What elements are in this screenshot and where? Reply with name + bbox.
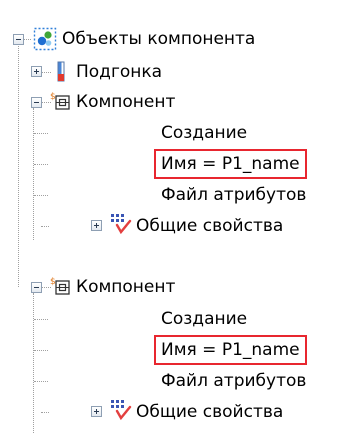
tree-item-component[interactable]: Компонент	[76, 276, 175, 298]
tree-item-name-highlighted[interactable]: Имя = P1_name	[154, 149, 307, 179]
tree-item-fitting[interactable]: Подгонка	[76, 61, 162, 83]
tree-item-attribute-file[interactable]: Файл атрибутов	[161, 184, 306, 206]
tree-item-creation[interactable]: Создание	[161, 308, 247, 330]
tree-connector	[33, 108, 34, 240]
tree-item-general-properties[interactable]: Общие свойства	[136, 401, 283, 423]
expand-general-properties-toggle[interactable]	[91, 220, 102, 231]
tree-item-component[interactable]: Компонент	[76, 91, 175, 113]
tree-item-creation[interactable]: Создание	[161, 122, 247, 144]
collapse-component-toggle[interactable]	[31, 97, 42, 108]
collapse-component-toggle[interactable]	[31, 282, 42, 293]
properties-icon	[111, 400, 132, 421]
tree-item-name-highlighted[interactable]: Имя = P1_name	[154, 335, 307, 365]
tree-connector	[33, 293, 34, 433]
tree-item-attribute-file[interactable]: Файл атрибутов	[161, 370, 306, 392]
tree-connector	[34, 133, 48, 134]
tree-connector	[18, 44, 19, 287]
svg-text:$: $	[50, 277, 56, 287]
tree-connector	[34, 195, 48, 196]
collapse-root-toggle[interactable]	[13, 34, 24, 45]
tree-root-label[interactable]: Объекты компонента	[62, 28, 255, 50]
tree-connector	[41, 412, 49, 413]
tree-connector	[34, 381, 48, 382]
tree-connector	[41, 72, 51, 73]
tree-connector	[41, 226, 49, 227]
svg-text:$: $	[50, 92, 56, 102]
tree-connector	[34, 319, 48, 320]
properties-icon	[111, 214, 132, 235]
component-icon: $	[50, 92, 70, 110]
tree-connector	[34, 350, 48, 351]
expand-general-properties-toggle[interactable]	[91, 406, 102, 417]
tree-connector	[34, 164, 48, 165]
tree-connector	[23, 39, 31, 40]
expand-fitting-toggle[interactable]	[31, 66, 42, 77]
component-objects-tree: Объекты компонента Подгонка $ Компонент …	[0, 0, 346, 441]
component-icon: $	[50, 277, 70, 295]
fitting-icon	[57, 61, 65, 82]
tree-item-general-properties[interactable]: Общие свойства	[136, 215, 283, 237]
component-objects-icon	[33, 27, 57, 51]
